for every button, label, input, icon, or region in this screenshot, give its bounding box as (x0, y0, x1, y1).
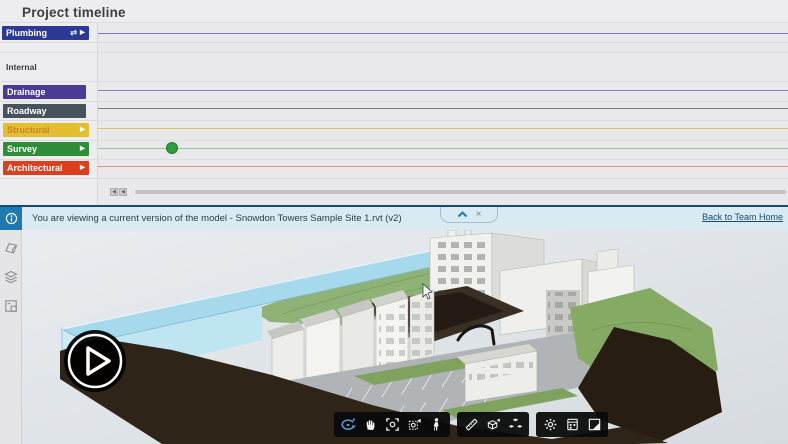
close-icon[interactable]: × (476, 209, 482, 220)
version-notification-bar: You are viewing a current version of the… (0, 205, 788, 230)
row-separator (0, 159, 788, 160)
notification-collapse-tab: × (440, 207, 498, 223)
play-icon: ▶ (80, 144, 85, 152)
discipline-bar-survey[interactable]: Survey ▶ (3, 142, 89, 156)
timeline-line-structural (98, 128, 788, 129)
row-separator (0, 140, 788, 141)
timeline-line-roadway (98, 108, 788, 109)
discipline-label: Survey (7, 144, 38, 154)
timeline-line-architectural (98, 166, 788, 167)
group-label-internal: Internal (6, 62, 37, 72)
first-person-icon (433, 418, 438, 431)
back-to-team-home-link[interactable]: Back to Team Home (702, 212, 783, 222)
discipline-label: Plumbing (6, 28, 47, 38)
info-badge (0, 207, 22, 230)
model-browser-icon (486, 418, 500, 430)
discipline-bar-plumbing[interactable]: Plumbing ⇄ ▶ (2, 26, 89, 40)
chevron-up-icon[interactable] (457, 211, 468, 218)
timeline-line-drainage (98, 90, 788, 91)
views-icon[interactable] (3, 298, 19, 314)
discipline-bar-architectural[interactable]: Architectural ▶ (3, 161, 89, 175)
fit-view-button[interactable] (381, 412, 403, 437)
row-separator (0, 81, 788, 82)
gear-icon (544, 418, 556, 431)
row-separator (0, 178, 788, 179)
discipline-bar-structural[interactable]: Structural ▶ (3, 123, 89, 137)
settings-button[interactable] (539, 412, 561, 437)
orbit-icon (341, 418, 356, 430)
camera-views-button[interactable] (403, 412, 425, 437)
play-icon: ▶ (80, 125, 85, 133)
app-window: Project timeline Plumbing ⇄ ▶ Internal D… (0, 0, 788, 444)
timeline-line-survey (98, 148, 788, 149)
scroll-step-left-button[interactable]: ◀ (119, 188, 127, 196)
project-timeline-panel: Project timeline Plumbing ⇄ ▶ Internal D… (0, 0, 788, 205)
measure-icon (465, 418, 477, 431)
notification-message: You are viewing a current version of the… (32, 213, 402, 224)
row-separator (0, 120, 788, 121)
play-icon: ▶ (80, 163, 85, 171)
info-icon (5, 212, 17, 225)
sync-icon: ⇄ (70, 28, 77, 37)
model-viewer (0, 230, 788, 444)
timeline-event-marker[interactable] (166, 142, 178, 154)
discipline-label: Roadway (7, 106, 47, 116)
row-separator (0, 52, 788, 53)
discipline-bar-roadway[interactable]: Roadway (3, 104, 86, 118)
row-separator (0, 101, 788, 102)
play-icon: ▶ (80, 28, 85, 36)
toolbar-group-navigation (334, 412, 450, 437)
sheets-icon[interactable] (3, 240, 19, 256)
fullscreen-icon (588, 418, 600, 431)
properties-button[interactable] (561, 412, 583, 437)
toolbar-group-analysis (457, 412, 529, 437)
scroll-step-left-button[interactable]: ◀ (110, 188, 118, 196)
discipline-label: Structural (7, 125, 50, 135)
toolbar-group-settings (536, 412, 608, 437)
discipline-label: Architectural (7, 163, 63, 173)
measure-tool-button[interactable] (460, 412, 482, 437)
model-browser-button[interactable] (482, 412, 504, 437)
timeline-line-plumbing (98, 33, 788, 34)
row-separator (0, 42, 788, 43)
pan-tool-button[interactable] (359, 412, 381, 437)
first-person-button[interactable] (425, 412, 447, 437)
row-separator (0, 22, 788, 23)
explode-model-button[interactable] (504, 412, 526, 437)
discipline-bar-drainage[interactable]: Drainage (3, 85, 86, 99)
camera-views-icon (408, 418, 421, 430)
orbit-tool-button[interactable] (337, 412, 359, 437)
explode-icon (508, 418, 522, 428)
pan-hand-icon (366, 420, 374, 430)
layers-icon[interactable] (3, 269, 19, 285)
fullscreen-button[interactable] (583, 412, 605, 437)
page-title: Project timeline (22, 5, 126, 20)
timeline-scrollbar[interactable] (135, 190, 786, 194)
play-video-button[interactable] (63, 329, 127, 393)
fit-view-icon (385, 418, 399, 431)
discipline-label: Drainage (7, 87, 46, 97)
viewer-sidebar (0, 230, 22, 444)
properties-icon (566, 418, 578, 431)
